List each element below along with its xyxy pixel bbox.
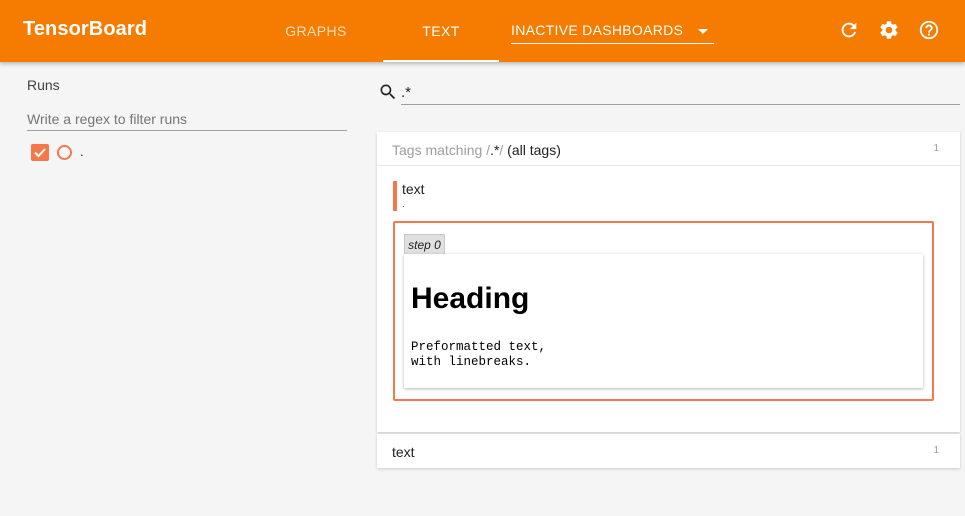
tab-text-label: TEXT (422, 23, 460, 39)
search-icon (378, 82, 398, 102)
tag-name: text (402, 181, 425, 197)
tag-run-name: . (402, 199, 405, 210)
text-run-box: step 0 Heading Preformatted text, with l… (393, 221, 934, 401)
inactive-dashboards-dropdown[interactable]: INACTIVE DASHBOARDS (511, 20, 714, 44)
refresh-icon[interactable] (838, 19, 860, 41)
markdown-preformatted: Preformatted text, with linebreaks. (411, 340, 547, 369)
tag-count-badge: 1 (933, 143, 939, 154)
markdown-panel: Heading Preformatted text, with linebrea… (404, 254, 923, 388)
settings-icon[interactable] (878, 19, 900, 41)
markdown-heading: Heading (411, 282, 530, 315)
help-icon[interactable] (918, 19, 940, 41)
tag-filter-input[interactable] (401, 80, 960, 105)
run-color-radio[interactable] (57, 145, 72, 160)
top-toolbar: TensorBoard GRAPHS TEXT INACTIVE DASHBOA… (0, 0, 965, 62)
checkmark-icon (34, 148, 46, 158)
run-color-bar (393, 181, 397, 211)
run-checkbox[interactable] (31, 144, 49, 161)
active-tab-indicator (383, 60, 499, 62)
inactive-dashboards-label: INACTIVE DASHBOARDS (511, 22, 684, 38)
runs-title: Runs (27, 77, 60, 93)
tag-count-badge-text: 1 (933, 445, 939, 456)
app-title: TensorBoard (23, 18, 148, 40)
run-filter-input[interactable] (27, 107, 347, 131)
step-chip: step 0 (404, 234, 445, 254)
tag-group-card: Tags matching /.*/ (all tags) 1 text . s… (377, 132, 960, 432)
tab-text[interactable]: TEXT (383, 0, 499, 62)
tag-group-header[interactable]: Tags matching /.*/ (all tags) 1 (377, 132, 960, 166)
tab-graphs[interactable]: GRAPHS (260, 0, 372, 62)
tag-group-card-text[interactable]: text 1 (377, 434, 960, 468)
tag-group-title-text: text (392, 444, 415, 460)
tag-group-title: Tags matching /.*/ (all tags) (392, 142, 561, 158)
run-label: . (80, 144, 84, 159)
tab-graphs-label: GRAPHS (285, 23, 347, 39)
text-tag-item: text . step 0 Heading Preformatted text,… (377, 166, 960, 432)
dropdown-arrow-icon (698, 29, 708, 34)
